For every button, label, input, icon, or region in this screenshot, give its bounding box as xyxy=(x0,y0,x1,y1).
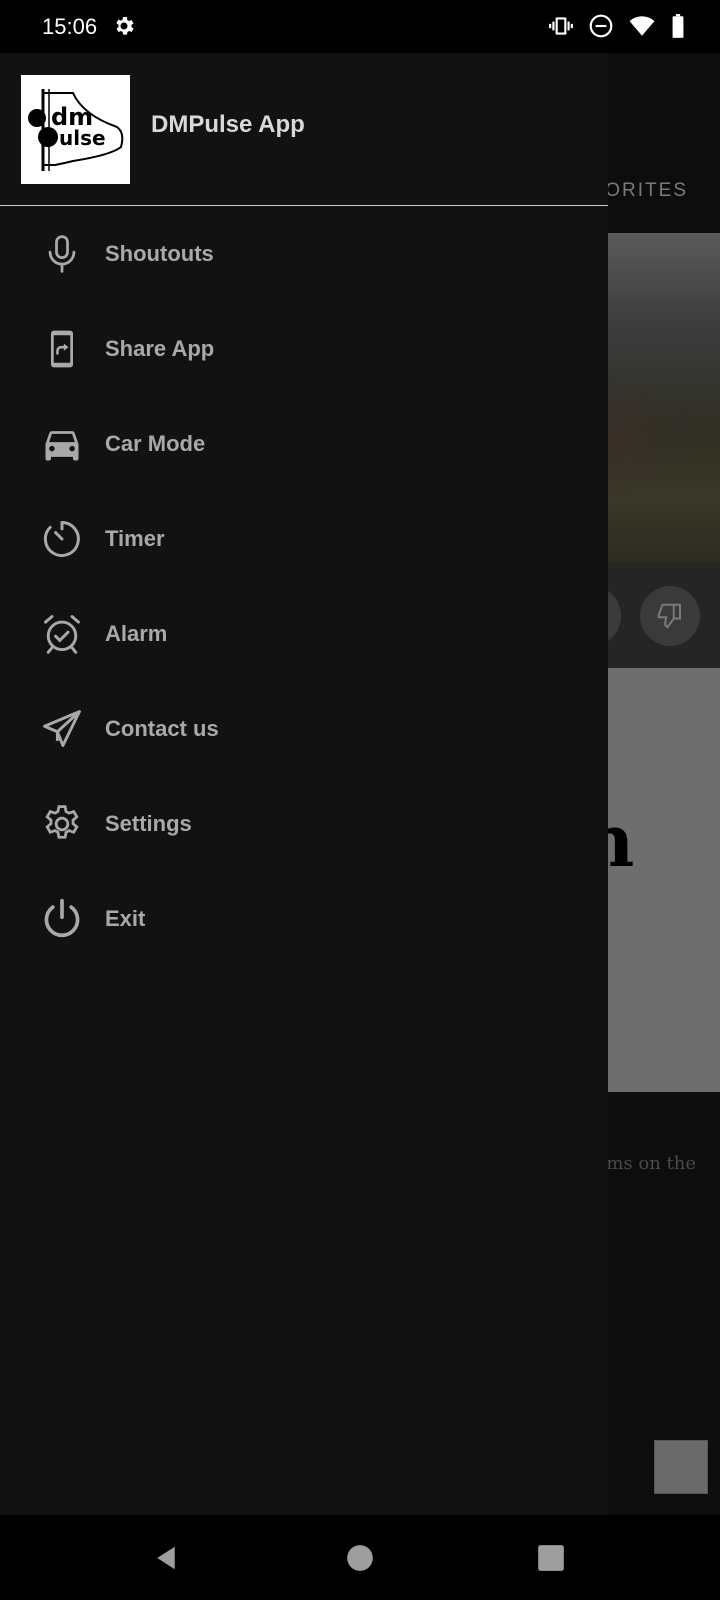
back-icon xyxy=(157,1546,175,1569)
drawer-header: dm ulse DMPulse App xyxy=(0,53,608,206)
microphone-icon xyxy=(40,232,84,276)
menu-item-car-mode[interactable]: Car Mode xyxy=(0,397,608,492)
menu-item-timer[interactable]: Timer xyxy=(0,492,608,587)
thumbs-down-icon xyxy=(657,603,681,629)
menu-item-shoutouts[interactable]: Shoutouts xyxy=(0,207,608,302)
app-name: DMPulse App xyxy=(151,111,305,138)
power-icon xyxy=(40,897,84,941)
home-icon xyxy=(347,1544,373,1571)
gear-icon xyxy=(40,802,84,846)
recents-icon xyxy=(538,1544,564,1571)
dislike-button[interactable] xyxy=(640,586,700,646)
recents-button[interactable] xyxy=(506,1515,596,1600)
menu-item-alarm[interactable]: Alarm xyxy=(0,587,608,682)
menu-item-label: Alarm xyxy=(105,621,168,646)
menu-item-label: Contact us xyxy=(105,716,219,741)
navigation-drawer: dm ulse DMPulse App Shoutouts Share App … xyxy=(0,53,608,1515)
car-icon xyxy=(40,422,84,466)
menu-item-contact-us[interactable]: Contact us xyxy=(0,682,608,777)
menu-item-label: Share App xyxy=(105,336,215,361)
menu-item-label: Exit xyxy=(105,906,146,931)
battery-icon xyxy=(670,13,686,39)
status-bar: 15:06 xyxy=(0,0,720,53)
menu-item-share-app[interactable]: Share App xyxy=(0,302,608,397)
vibrate-icon xyxy=(548,13,574,39)
back-button[interactable] xyxy=(121,1515,211,1600)
menu-item-settings[interactable]: Settings xyxy=(0,777,608,872)
share-app-icon xyxy=(40,327,84,371)
alarm-icon xyxy=(40,612,84,656)
menu-item-label: Shoutouts xyxy=(105,241,214,266)
menu-item-label: Settings xyxy=(105,811,192,836)
send-icon xyxy=(40,707,84,751)
timer-icon xyxy=(40,517,84,561)
dnd-icon xyxy=(588,13,614,39)
menu-item-label: Timer xyxy=(105,526,165,551)
svg-text:ulse: ulse xyxy=(59,126,106,150)
gear-icon xyxy=(112,14,136,38)
status-time: 15:06 xyxy=(42,14,98,39)
wifi-icon xyxy=(628,13,656,39)
app-logo: dm ulse xyxy=(21,75,130,184)
mini-player-logo[interactable] xyxy=(654,1440,708,1494)
menu-item-label: Car Mode xyxy=(105,431,206,456)
system-nav-bar xyxy=(0,1515,720,1600)
drawer-menu: Shoutouts Share App Car Mode Timer Alarm… xyxy=(0,207,608,967)
home-button[interactable] xyxy=(315,1515,405,1600)
menu-item-exit[interactable]: Exit xyxy=(0,872,608,967)
